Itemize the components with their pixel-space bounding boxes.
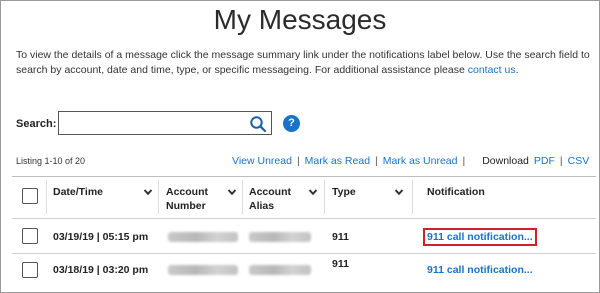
- account-number-header-line1: Account: [166, 186, 208, 198]
- chevron-down-icon[interactable]: [227, 187, 237, 197]
- download-pdf-link[interactable]: PDF: [534, 155, 555, 167]
- column-header-account-alias[interactable]: Account Alias: [249, 185, 291, 213]
- action-separator: |: [559, 155, 563, 167]
- redacted-account-alias: [249, 232, 311, 242]
- redacted-account-alias: [249, 265, 311, 275]
- mark-as-read-link[interactable]: Mark as Read: [305, 155, 370, 167]
- page-title: My Messages: [213, 4, 387, 35]
- message-actions: View Unread | Mark as Read | Mark as Unread |…: [232, 155, 589, 167]
- intro-end: .: [515, 64, 519, 76]
- column-divider: [46, 180, 47, 214]
- download-label: Download: [482, 155, 529, 167]
- column-divider: [242, 180, 243, 214]
- select-all-checkbox[interactable]: [22, 188, 38, 204]
- listing-summary: Listing 1-10 of 20: [16, 156, 86, 166]
- view-unread-link[interactable]: View Unread: [232, 155, 292, 167]
- contact-us-link[interactable]: contact us: [468, 64, 516, 76]
- chevron-down-icon[interactable]: [394, 187, 404, 197]
- search-button[interactable]: [249, 115, 267, 133]
- mark-as-unread-link[interactable]: Mark as Unread: [383, 155, 458, 167]
- column-header-type[interactable]: Type: [332, 185, 356, 199]
- row-datetime: 03/18/19 | 03:20 pm: [53, 264, 149, 276]
- column-divider: [412, 180, 413, 214]
- chevron-down-icon[interactable]: [143, 187, 153, 197]
- account-alias-header-line1: Account: [249, 186, 291, 198]
- chevron-down-icon[interactable]: [308, 187, 318, 197]
- search-input[interactable]: [61, 114, 246, 132]
- column-header-account-number[interactable]: Account Number: [166, 185, 208, 213]
- intro-text: To view the details of a message click t…: [16, 48, 592, 78]
- row-type: 911: [332, 231, 349, 243]
- action-separator: |: [462, 155, 466, 167]
- table-top-border: [12, 176, 596, 177]
- redacted-account-number: [168, 265, 238, 275]
- help-icon[interactable]: ?: [283, 115, 300, 132]
- account-alias-header-line2: Alias: [249, 200, 275, 212]
- row-checkbox[interactable]: [22, 262, 38, 278]
- notification-link[interactable]: 911 call notification...: [427, 231, 533, 243]
- column-header-notification: Notification: [427, 186, 485, 198]
- row-datetime: 03/19/19 | 05:15 pm: [53, 231, 149, 243]
- redacted-account-number: [168, 232, 238, 242]
- column-header-datetime[interactable]: Date/Time: [53, 185, 103, 199]
- column-divider: [324, 180, 325, 214]
- search-box: [58, 111, 272, 135]
- action-separator: |: [296, 155, 300, 167]
- row-type: 911: [332, 258, 349, 270]
- row-checkbox[interactable]: [22, 228, 38, 244]
- action-separator: |: [375, 155, 378, 167]
- page-frame: [0, 0, 600, 293]
- table-header-border: [12, 218, 596, 219]
- download-csv-link[interactable]: CSV: [568, 155, 590, 167]
- search-icon: [250, 116, 267, 133]
- notification-link[interactable]: 911 call notification...: [427, 264, 533, 276]
- search-label: Search:: [16, 118, 57, 130]
- column-divider: [158, 180, 159, 214]
- account-number-header-line2: Number: [166, 200, 206, 212]
- table-row-border: [12, 253, 596, 254]
